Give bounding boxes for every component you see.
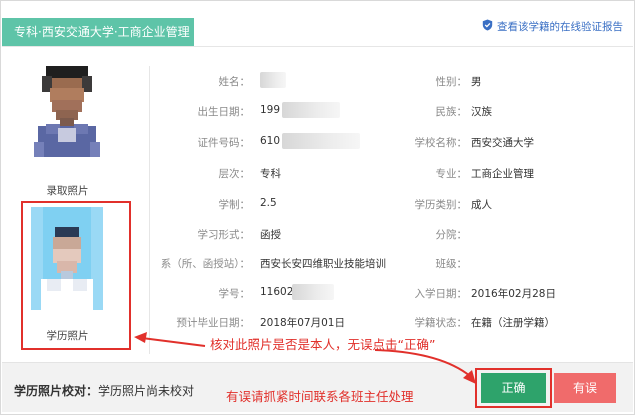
field-label-name: 姓名： [218, 76, 251, 88]
field-label-expected-graduation: 预计毕业日期： [176, 317, 251, 329]
record-title-tab: 专科·西安交通大学·工商企业管理 [2, 18, 194, 46]
field-label-branch: 分院： [435, 229, 468, 241]
field-value-ethnicity: 汉族 [471, 106, 492, 118]
field-value-enrollment-date: 2016年02月28日 [471, 288, 556, 300]
field-label-major: 专业： [435, 168, 468, 180]
field-label-ethnicity: 民族： [435, 106, 468, 118]
field-value-enrollment-status: 在籍（注册学籍） [471, 317, 555, 329]
field-label-gender: 性别： [435, 76, 468, 88]
field-label-student-number: 学号： [218, 288, 251, 300]
field-label-enrollment-status: 学籍状态： [414, 317, 468, 329]
field-value-birthdate-redacted [282, 102, 340, 118]
field-value-duration: 2.5 [260, 197, 277, 209]
field-label-birthdate: 出生日期： [197, 106, 251, 118]
admission-photo [32, 62, 102, 157]
field-value-gender: 男 [471, 76, 482, 88]
correct-button[interactable]: 正确 [481, 373, 546, 403]
field-value-expected-graduation: 2018年07月01日 [260, 317, 345, 329]
field-value-study-form: 函授 [260, 229, 281, 241]
wrong-button[interactable]: 有误 [554, 373, 616, 403]
field-label-id-number: 证件号码： [197, 137, 251, 149]
admission-photo-caption: 录取照片 [46, 185, 89, 197]
field-label-department: 系（所、函授站）： [160, 258, 250, 270]
verify-report-link-label: 查看该学籍的在线验证报告 [497, 20, 623, 33]
field-label-level: 层次： [218, 168, 251, 180]
field-value-level: 专科 [260, 168, 281, 180]
photo-verification-value: 学历照片尚未校对 [98, 384, 195, 398]
field-label-education-type: 学历类别： [414, 199, 468, 211]
field-value-id-number: 610 [260, 135, 281, 147]
field-value-birthdate: 199 [260, 104, 281, 116]
field-value-name-redacted [260, 72, 286, 88]
field-label-class: 班级： [435, 258, 468, 270]
field-value-id-number-redacted [282, 133, 360, 149]
field-label-enrollment-date: 入学日期： [414, 288, 468, 300]
photo-divider [149, 66, 150, 354]
shield-check-icon [482, 19, 493, 34]
annotation-check-photo: 核对此照片是否是本人，无误点击“正确” [210, 337, 436, 352]
field-value-school-name: 西安交通大学 [471, 137, 534, 149]
field-value-major: 工商企业管理 [471, 168, 534, 180]
field-value-department: 西安长安四维职业技能培训 [260, 258, 386, 270]
field-value-education-type: 成人 [471, 199, 492, 211]
verify-report-link[interactable]: 查看该学籍的在线验证报告 [482, 19, 623, 33]
photo-verification-status: 学历照片校对：学历照片尚未校对 [14, 382, 194, 399]
field-value-student-number: 11602 [260, 286, 294, 298]
field-label-duration: 学制： [218, 199, 251, 211]
field-label-school-name: 学校名称： [414, 137, 468, 149]
annotation-contact-teacher: 有误请抓紧时间联系各班主任处理 [226, 389, 414, 404]
photo-verification-label: 学历照片校对： [14, 384, 99, 398]
degree-photo-highlight [21, 201, 131, 350]
field-value-student-number-redacted [292, 284, 334, 300]
header-divider [2, 46, 633, 47]
field-label-study-form: 学习形式： [197, 229, 251, 241]
